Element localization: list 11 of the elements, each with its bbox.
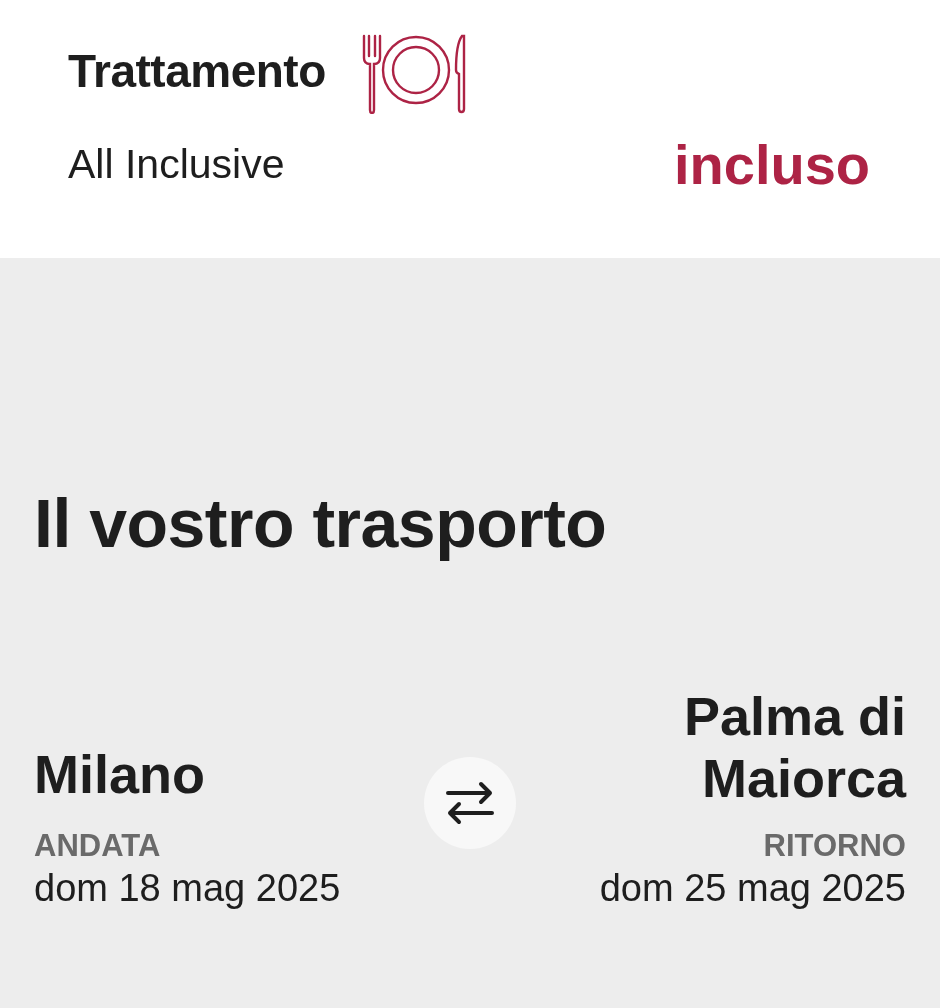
leg-label: RITORNO [763,826,906,864]
travel-date: dom 25 mag 2025 [599,865,906,911]
section-heading: Il vostro trasporto [34,484,608,563]
swap-arrows-icon [446,781,494,826]
price-label: incluso [673,132,870,197]
section-title: Trattamento [68,44,326,98]
travel-date: dom 18 mag 2025 [34,865,342,911]
board-type: All Inclusive [68,141,285,188]
leg-label: ANDATA [34,826,162,864]
city-name: Palma di Maiorca [682,684,906,809]
city-name: Milano [34,742,206,805]
